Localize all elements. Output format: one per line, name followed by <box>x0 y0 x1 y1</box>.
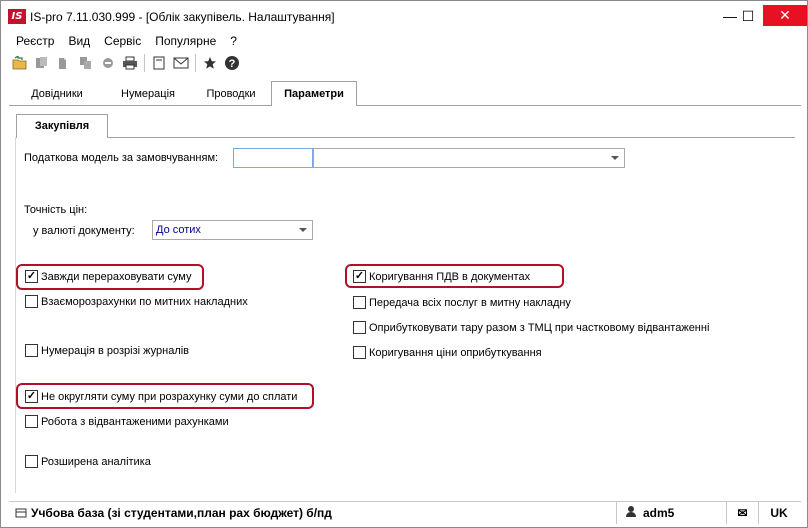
status-bar: Учбова база (зі студентами,план рах бюдж… <box>9 501 801 524</box>
checkbox-label: Коригування ціни оприбуткування <box>369 346 542 359</box>
checkbox-container-receipt[interactable]: Оприбутковувати тару разом з ТМЦ при час… <box>353 321 709 334</box>
checkbox-box[interactable] <box>25 295 38 308</box>
mail-icon[interactable]: ✉ <box>727 501 759 524</box>
checkbox-receipt-price-correction[interactable]: Коригування ціни оприбуткування <box>353 346 542 359</box>
help-icon[interactable]: ? <box>221 52 243 74</box>
status-user-name: adm5 <box>643 505 675 520</box>
menu-bar: Реєстр Вид Сервіс Популярне ? <box>1 31 807 51</box>
star-icon[interactable] <box>199 52 221 74</box>
checkbox-journal-numbering[interactable]: Нумерація в розрізі журналів <box>25 344 189 357</box>
doc-currency-label: у валюті документу: <box>33 225 135 237</box>
checkbox-box[interactable] <box>25 344 38 357</box>
tax-model-code-input[interactable] <box>233 148 313 168</box>
main-tabs: Довідники Нумерація Проводки Параметри <box>9 81 801 106</box>
checkbox-box[interactable] <box>25 415 38 428</box>
tab-postings[interactable]: Проводки <box>191 84 271 105</box>
status-database: Учбова база (зі студентами,план рах бюдж… <box>9 501 617 524</box>
checkbox-label: Нумерація в розрізі журналів <box>41 344 190 357</box>
checkbox-vat-correction[interactable]: ✓ Коригування ПДВ в документах <box>353 270 530 283</box>
checkbox-customs-settlements[interactable]: Взаєморозрахунки по митних накладних <box>25 295 248 308</box>
maximize-button[interactable]: ☐ <box>731 1 765 31</box>
checkbox-label: Оприбутковувати тару разом з ТМЦ при час… <box>369 321 710 334</box>
checkbox-label: Передача всіх послуг в митну накладну <box>369 296 571 309</box>
menu-service[interactable]: Сервіс <box>97 31 148 51</box>
subtab-purchase[interactable]: Закупівля <box>16 114 108 138</box>
checkbox-shipped-invoices[interactable]: Робота з відвантаженими рахунками <box>25 415 229 428</box>
purchase-panel <box>15 137 795 493</box>
menu-registry[interactable]: Реєстр <box>9 31 61 51</box>
checkbox-box[interactable] <box>353 296 366 309</box>
checkbox-label: Взаєморозрахунки по митних накладних <box>41 295 248 308</box>
checkbox-always-recalculate[interactable]: ✓ Завжди перераховувати суму <box>25 270 192 283</box>
open-icon[interactable] <box>9 52 31 74</box>
database-icon <box>15 507 27 519</box>
checkbox-label: Розширена аналітика <box>41 455 151 468</box>
checkbox-box[interactable]: ✓ <box>25 390 38 403</box>
toolbar: ? <box>9 52 243 74</box>
checkbox-label: Робота з відвантаженими рахунками <box>41 415 229 428</box>
checkbox-box[interactable] <box>25 455 38 468</box>
checkbox-label: Коригування ПДВ в документах <box>369 270 531 283</box>
svg-text:?: ? <box>229 58 236 70</box>
checkbox-label: Не округляти суму при розрахунку суми до… <box>41 390 298 403</box>
paste-icon[interactable] <box>53 52 75 74</box>
tab-parameters[interactable]: Параметри <box>271 81 357 106</box>
doc-currency-select[interactable]: До сотих <box>152 220 313 240</box>
window-title: IS-pro 7.11.030.999 - [Облік закупівель.… <box>30 10 335 24</box>
checkbox-services-to-customs[interactable]: Передача всіх послуг в митну накладну <box>353 296 571 309</box>
menu-help[interactable]: ? <box>223 31 244 51</box>
toolbar-separator <box>144 54 145 72</box>
checkbox-extended-analytics[interactable]: Розширена аналітика <box>25 455 151 468</box>
app-logo-icon: IS <box>8 9 26 24</box>
user-icon <box>625 505 637 520</box>
tax-model-select[interactable] <box>313 148 625 168</box>
mail-icon[interactable] <box>170 52 192 74</box>
copy-icon[interactable] <box>31 52 53 74</box>
tab-directories[interactable]: Довідники <box>9 84 105 105</box>
checkbox-box[interactable]: ✓ <box>353 270 366 283</box>
menu-popular[interactable]: Популярне <box>148 31 223 51</box>
title-bar: IS IS-pro 7.11.030.999 - [Облік закупіве… <box>1 1 807 31</box>
checkbox-label: Завжди перераховувати суму <box>41 270 192 283</box>
doc-currency-select-value: До сотих <box>156 224 201 236</box>
checkbox-box[interactable] <box>353 321 366 334</box>
delete-icon[interactable] <box>97 52 119 74</box>
tax-model-label: Податкова модель за замовчуванням: <box>24 152 219 164</box>
tab-numbering[interactable]: Нумерація <box>105 84 191 105</box>
chevron-down-icon <box>299 228 307 232</box>
checkbox-box[interactable]: ✓ <box>25 270 38 283</box>
menu-view[interactable]: Вид <box>61 31 97 51</box>
document-icon[interactable] <box>148 52 170 74</box>
close-button[interactable]: ✕ <box>763 5 807 26</box>
price-precision-label: Точність цін: <box>24 204 88 216</box>
chevron-down-icon <box>611 156 619 160</box>
tabs-divider <box>9 105 801 106</box>
status-database-text: Учбова база (зі студентами,план рах бюдж… <box>31 505 332 520</box>
checkbox-no-rounding[interactable]: ✓ Не округляти суму при розрахунку суми … <box>25 390 297 403</box>
print-icon[interactable] <box>119 52 141 74</box>
duplicate-icon[interactable] <box>75 52 97 74</box>
status-user: adm5 <box>617 501 727 524</box>
status-language[interactable]: UK <box>759 502 799 524</box>
checkbox-box[interactable] <box>353 346 366 359</box>
app-window: IS IS-pro 7.11.030.999 - [Облік закупіве… <box>0 0 808 528</box>
toolbar-separator <box>195 54 196 72</box>
